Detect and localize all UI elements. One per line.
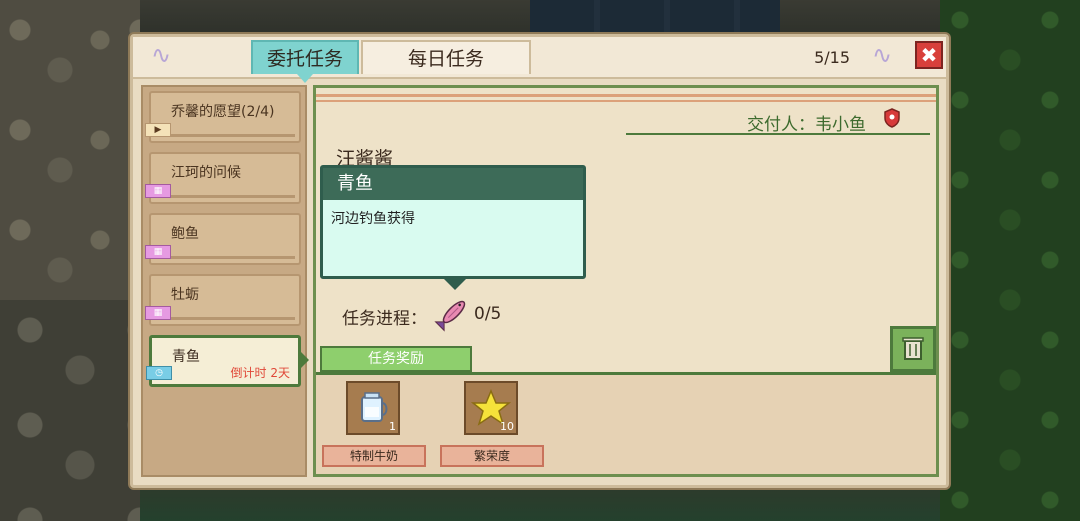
quest-item-label: 牡蛎 [171, 287, 199, 303]
tooltip-pointer-icon [443, 278, 467, 290]
decor-stripe [316, 94, 936, 97]
divider [155, 134, 295, 137]
quest-panel: ∿ 委托任务 每日任务 5/15 ∿ ✖ 乔馨的愿望(2/4) ▶ 江珂的问候 … [130, 34, 949, 488]
tab-commission-quests[interactable]: 委托任务 [251, 40, 359, 83]
calendar-icon: ▦ [145, 184, 171, 198]
reward-name: 繁荣度 [440, 445, 544, 467]
quest-item-label: 乔馨的愿望(2/4) [171, 104, 275, 120]
reward-qty: 10 [500, 420, 514, 433]
reward-qty: 1 [389, 420, 396, 433]
quest-item-selected[interactable]: 青鱼 ◷ 倒计时 2天 [146, 335, 309, 387]
delete-button[interactable] [890, 326, 936, 372]
stone-path-lower [0, 300, 140, 521]
close-button[interactable]: ✖ [915, 41, 943, 69]
tab-label: 委托任务 [266, 48, 343, 70]
reward-name: 特制牛奶 [322, 445, 426, 467]
quest-item[interactable]: 乔馨的愿望(2/4) ▶ [145, 91, 301, 143]
divider [155, 256, 295, 259]
quest-item-label: 鲍鱼 [171, 226, 199, 242]
quest-item[interactable]: 鲍鱼 ▦ [145, 213, 301, 265]
progress-value: 0/5 [474, 304, 502, 324]
reward-slot[interactable]: 1 [346, 381, 400, 435]
countdown-text: 倒计时 2天 [230, 366, 290, 380]
selection-pointer-icon [299, 350, 309, 370]
clock-icon: ◷ [146, 366, 172, 380]
decor-stripe [316, 100, 936, 102]
tab-label: 每日任务 [407, 48, 484, 70]
divider [626, 133, 930, 135]
trash-icon [902, 337, 924, 360]
quest-detail: 交付人：韦小鱼 汪酱酱 青鱼 河边钓鱼获得 任务进程： 0/5 任务奖励 1 特… [313, 85, 939, 477]
quest-item-label: 青鱼 [172, 349, 200, 365]
calendar-icon: ▦ [145, 245, 171, 259]
building-roof [530, 0, 780, 34]
flag-icon: ▶ [145, 123, 171, 137]
swirl-ornament-icon: ∿ [871, 41, 893, 69]
swirl-ornament-icon: ∿ [150, 41, 172, 69]
quest-counter: 5/15 [814, 48, 850, 67]
calendar-icon: ▦ [145, 306, 171, 320]
item-tooltip: 青鱼 河边钓鱼获得 [320, 165, 586, 290]
reward-slot[interactable]: 10 [464, 381, 518, 435]
quest-list: 乔馨的愿望(2/4) ▶ 江珂的问候 ▦ 鲍鱼 ▦ 牡蛎 ▦ 青鱼 ◷ 倒计时 … [141, 85, 309, 477]
divider [155, 317, 295, 320]
quest-item[interactable]: 江珂的问候 ▦ [145, 152, 301, 204]
tab-pointer-icon [297, 74, 313, 83]
grass-field [940, 0, 1080, 521]
reward-area: 1 特制牛奶 10 繁荣度 [316, 372, 936, 474]
quest-item[interactable]: 牡蛎 ▦ [145, 274, 301, 326]
tooltip-title: 青鱼 [323, 168, 583, 200]
divider [155, 195, 295, 198]
tab-daily-quests[interactable]: 每日任务 [361, 40, 531, 74]
fish-icon[interactable] [434, 292, 474, 332]
world-bottom-strip [140, 485, 940, 521]
shield-icon [884, 108, 900, 128]
reward-tab: 任务奖励 [320, 346, 472, 372]
quest-item-label: 江珂的问候 [171, 165, 241, 181]
progress-label: 任务进程： [342, 309, 427, 329]
tooltip-description: 河边钓鱼获得 [331, 211, 415, 227]
deliverer-text: 交付人：韦小鱼 [747, 115, 866, 135]
panel-header: ∿ 委托任务 每日任务 5/15 ∿ ✖ [133, 37, 946, 83]
